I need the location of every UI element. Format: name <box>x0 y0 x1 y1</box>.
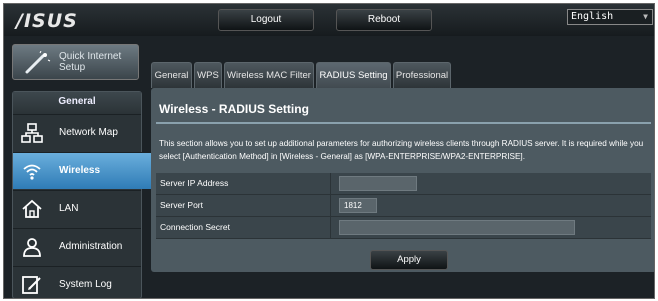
sidebar-item-label: LAN <box>59 203 79 214</box>
network-map-icon <box>21 123 43 143</box>
router-admin-window: /ISUS Logout Reboot English ▼ Quick Inte… <box>3 3 655 299</box>
tab-professional[interactable]: Professional <box>393 62 451 88</box>
server-port-input[interactable]: 1812 <box>339 198 377 213</box>
server-ip-label: Server IP Address <box>156 173 331 194</box>
sidebar-menu: General Network Map Wireless LAN Adminis… <box>12 91 161 298</box>
lan-icon <box>22 199 42 218</box>
sidebar-item-label: System Log <box>59 279 112 290</box>
language-value: English <box>571 11 614 22</box>
language-select[interactable]: English ▼ <box>567 9 653 25</box>
apply-button[interactable]: Apply <box>370 250 448 270</box>
top-bar: /ISUS Logout Reboot English ▼ <box>4 4 654 36</box>
sidebar-item-wireless[interactable]: Wireless <box>13 152 161 189</box>
system-log-icon <box>22 276 41 294</box>
sidebar-item-network-map[interactable]: Network Map <box>13 114 141 151</box>
sidebar-item-label: Administration <box>59 241 123 252</box>
wireless-icon <box>23 164 41 180</box>
logout-button[interactable]: Logout <box>218 9 314 31</box>
page-title: Wireless - RADIUS Setting <box>159 102 309 116</box>
sidebar-item-label: Network Map <box>59 127 118 138</box>
title-divider <box>156 122 651 124</box>
tab-wireless-mac-filter[interactable]: Wireless MAC Filter <box>224 62 314 88</box>
quick-setup-label-line2: Setup <box>59 62 86 73</box>
tab-general[interactable]: General <box>151 62 192 88</box>
form-row-connection-secret: Connection Secret <box>156 217 651 239</box>
sidebar-item-administration[interactable]: Administration <box>13 228 141 265</box>
sidebar-section-title: General <box>13 92 141 114</box>
page-description: This section allows you to set up additi… <box>159 139 644 161</box>
tab-wps[interactable]: WPS <box>194 62 222 88</box>
reboot-button[interactable]: Reboot <box>336 9 432 31</box>
chevron-down-icon: ▼ <box>643 12 648 21</box>
server-ip-input[interactable] <box>339 176 417 191</box>
administration-icon <box>23 238 41 257</box>
asus-logo: /ISUS <box>16 10 78 32</box>
radius-settings-panel: Wireless - RADIUS Setting This section a… <box>151 88 654 272</box>
sidebar-item-system-log[interactable]: System Log <box>13 266 141 298</box>
quick-internet-setup-button[interactable]: Quick Internet Setup <box>12 44 139 80</box>
sidebar-item-label: Wireless <box>59 165 101 176</box>
server-port-label: Server Port <box>156 195 331 216</box>
sidebar-item-lan[interactable]: LAN <box>13 190 141 227</box>
quick-setup-label-line1: Quick Internet <box>59 51 122 62</box>
form-row-server-port: Server Port 1812 <box>156 195 651 217</box>
connection-secret-label: Connection Secret <box>156 217 331 238</box>
form-row-server-ip: Server IP Address <box>156 173 651 195</box>
connection-secret-input[interactable] <box>339 220 575 235</box>
wand-icon <box>25 51 51 74</box>
tab-radius-setting[interactable]: RADIUS Setting <box>316 62 391 88</box>
